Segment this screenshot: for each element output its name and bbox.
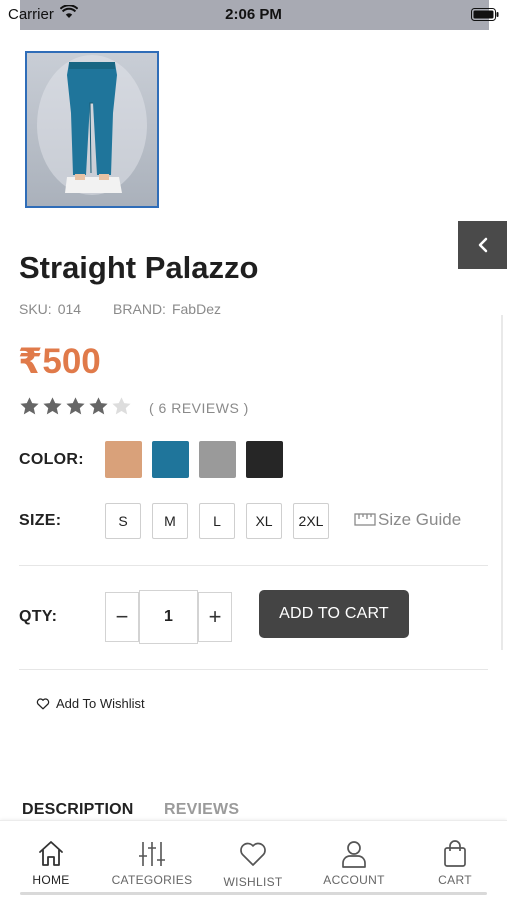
home-icon <box>39 841 63 866</box>
size-option-s[interactable]: S <box>105 503 141 539</box>
qty-input[interactable]: 1 <box>139 590 198 644</box>
divider <box>19 565 488 566</box>
nav-home[interactable]: HOME <box>1 821 101 897</box>
collapse-tab-button[interactable] <box>458 221 507 269</box>
size-option-xl[interactable]: XL <box>246 503 282 539</box>
nav-cart-label: CART <box>438 873 472 887</box>
size-option-2xl[interactable]: 2XL <box>293 503 329 539</box>
color-label: COLOR: <box>19 451 84 468</box>
size-guide-link[interactable]: Size Guide <box>354 510 461 530</box>
status-bar: Carrier 2:06 PM <box>0 0 507 30</box>
size-option-l[interactable]: L <box>199 503 235 539</box>
star-filled-icon <box>20 397 39 415</box>
add-to-cart-button[interactable]: ADD TO CART <box>259 590 409 638</box>
star-filled-icon <box>89 397 108 415</box>
qty-increment-button[interactable]: + <box>198 592 232 642</box>
heart-icon <box>36 697 50 709</box>
color-swatch-teal[interactable] <box>152 441 189 478</box>
product-price: ₹500 <box>18 342 101 381</box>
nav-account-label: ACCOUNT <box>323 873 385 887</box>
rating-stars <box>19 396 132 417</box>
battery-icon <box>471 8 499 26</box>
nav-wishlist[interactable]: WISHLIST <box>203 821 303 897</box>
size-label: SIZE: <box>19 512 62 529</box>
user-icon <box>342 841 366 868</box>
color-swatch-gray[interactable] <box>199 441 236 478</box>
nav-cart[interactable]: CART <box>405 821 505 897</box>
home-indicator <box>20 892 487 895</box>
status-time: 2:06 PM <box>225 6 282 23</box>
sku-label: SKU: <box>19 301 52 317</box>
tab-description[interactable]: DESCRIPTION <box>22 801 134 819</box>
ruler-icon <box>354 513 376 526</box>
nav-account[interactable]: ACCOUNT <box>304 821 404 897</box>
nav-home-label: HOME <box>32 873 70 887</box>
size-guide-label: Size Guide <box>378 510 462 529</box>
qty-decrement-button[interactable]: − <box>105 592 139 642</box>
star-empty-icon <box>112 397 131 415</box>
add-to-wishlist-link[interactable]: Add To Wishlist <box>36 696 145 711</box>
brand-label: BRAND: <box>113 301 166 317</box>
chevron-left-icon <box>478 237 487 253</box>
color-swatch-black[interactable] <box>246 441 283 478</box>
sliders-icon <box>139 842 165 866</box>
color-swatch-tan[interactable] <box>105 441 142 478</box>
scrollbar[interactable] <box>501 315 503 650</box>
bottom-nav: HOME CATEGORIES WISHLIST ACCOUNT CART <box>0 820 507 900</box>
star-filled-icon <box>66 397 85 415</box>
divider <box>19 669 488 670</box>
shopping-bag-icon <box>444 840 466 867</box>
sku-value: 014 <box>57 301 82 317</box>
product-meta: SKU: 014 BRAND: FabDez <box>19 301 227 317</box>
product-thumbnail[interactable] <box>25 51 159 208</box>
nav-wishlist-label: WISHLIST <box>223 875 283 889</box>
nav-categories[interactable]: CATEGORIES <box>102 821 202 897</box>
star-filled-icon <box>43 397 62 415</box>
brand-value: FabDez <box>171 301 221 317</box>
palazzo-pants-image <box>27 53 157 206</box>
tab-reviews[interactable]: REVIEWS <box>164 801 239 819</box>
product-title: Straight Palazzo <box>19 250 259 285</box>
qty-label: QTY: <box>19 608 58 625</box>
add-to-wishlist-label: Add To Wishlist <box>56 696 145 711</box>
reviews-count[interactable]: ( 6 REVIEWS ) <box>149 400 249 416</box>
heart-icon <box>240 842 266 866</box>
size-option-m[interactable]: M <box>152 503 188 539</box>
nav-categories-label: CATEGORIES <box>111 873 193 887</box>
